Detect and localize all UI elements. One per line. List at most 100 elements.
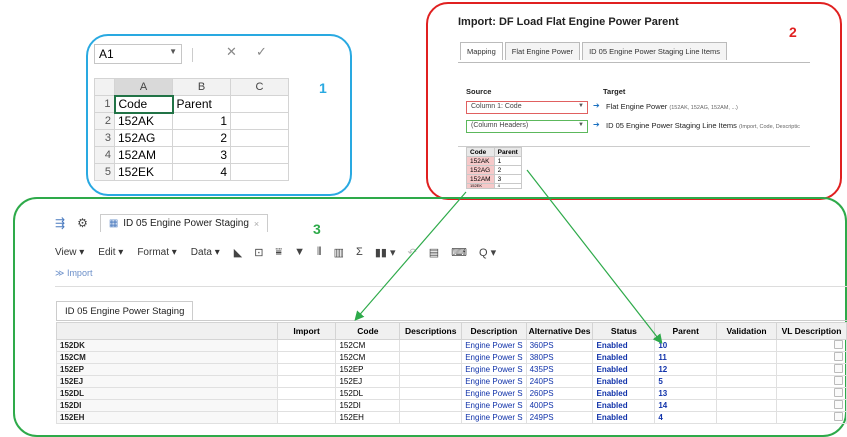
cell-code[interactable]: 152EP — [335, 363, 401, 376]
column-header-code[interactable]: Code — [335, 322, 401, 340]
cell-alternative-description[interactable]: 240PS — [525, 375, 594, 388]
cell-code[interactable]: 152CM — [335, 351, 401, 364]
cell-description[interactable]: Engine Power S — [461, 363, 527, 376]
cell-validation[interactable] — [716, 363, 777, 376]
cell-import[interactable] — [276, 387, 337, 400]
cell-b5[interactable]: 4 — [172, 163, 231, 181]
cell-alternative-description[interactable]: 435PS — [525, 363, 594, 376]
cell-code[interactable]: 152EH — [335, 411, 401, 424]
grid-view-icon[interactable]: ▥ — [334, 246, 344, 259]
cell-validation[interactable] — [716, 351, 777, 364]
cell-descriptions[interactable] — [399, 411, 463, 424]
row-header[interactable]: 1 — [94, 95, 115, 113]
checkbox[interactable] — [834, 340, 843, 349]
cell-import[interactable] — [276, 339, 337, 352]
cell-a3[interactable]: 152AG — [114, 129, 173, 147]
column-header-a[interactable]: A — [114, 78, 173, 97]
cell-import[interactable] — [276, 411, 337, 424]
cell-status[interactable]: Enabled — [592, 399, 656, 412]
filter-icon[interactable]: ▼ — [294, 246, 305, 258]
cell-description[interactable]: Engine Power S — [461, 351, 527, 364]
cell-descriptions[interactable] — [399, 351, 463, 364]
cell-alternative-description[interactable]: 360PS — [525, 339, 594, 352]
row-label[interactable]: 152DL — [56, 387, 278, 400]
checkbox[interactable] — [834, 400, 843, 409]
column-header-descriptions[interactable]: Descriptions — [399, 322, 463, 340]
cell-import[interactable] — [276, 351, 337, 364]
cell-validation[interactable] — [716, 399, 777, 412]
cell-a4[interactable]: 152AM — [114, 146, 173, 164]
cell-status[interactable]: Enabled — [592, 375, 656, 388]
row-label[interactable]: 152EP — [56, 363, 278, 376]
summary-icon[interactable]: Σ — [356, 246, 363, 258]
cell-import[interactable] — [276, 375, 337, 388]
cell-parent[interactable]: 12 — [654, 363, 718, 376]
column-header-vl-description[interactable]: VL Description — [775, 322, 847, 340]
checkbox[interactable] — [834, 412, 843, 421]
tab-staging-line-items[interactable]: ID 05 Engine Power Staging Line Items — [582, 42, 727, 60]
undo-icon[interactable]: ↶ — [408, 246, 417, 259]
tab-mapping[interactable]: Mapping — [460, 42, 503, 60]
row-header[interactable]: 3 — [94, 129, 115, 147]
pivot-icon[interactable]: ◣ — [234, 246, 242, 259]
chart-icon[interactable]: ▮▮ ▾ — [375, 246, 396, 259]
cell-descriptions[interactable] — [399, 363, 463, 376]
row-label[interactable]: 152DK — [56, 339, 278, 352]
cell-alternative-description[interactable]: 400PS — [525, 399, 594, 412]
cell-c1[interactable] — [230, 95, 289, 113]
cell-vl-description[interactable] — [775, 351, 847, 364]
cell-validation[interactable] — [716, 387, 777, 400]
cell-code[interactable]: 152DI — [335, 399, 401, 412]
cell-description[interactable]: Engine Power S — [461, 339, 527, 352]
menu-format[interactable]: Format ▾ — [137, 247, 176, 258]
cell-validation[interactable] — [716, 411, 777, 424]
cell-descriptions[interactable] — [399, 375, 463, 388]
source-select-headers[interactable]: (Column Headers) ▼ — [466, 120, 588, 133]
cell-c4[interactable] — [230, 146, 289, 164]
name-box[interactable]: A1 ▼ — [94, 44, 182, 64]
cell-description[interactable]: Engine Power S — [461, 387, 527, 400]
cell-descriptions[interactable] — [399, 399, 463, 412]
row-header[interactable]: 5 — [94, 163, 115, 181]
tab-flat-engine-power[interactable]: Flat Engine Power — [504, 42, 581, 60]
menu-view[interactable]: View ▾ — [55, 247, 84, 258]
cell-b1[interactable]: Parent — [172, 95, 231, 113]
cell-alternative-description[interactable]: 260PS — [525, 387, 594, 400]
import-link[interactable]: ≫ Import — [55, 268, 92, 279]
row-header[interactable]: 2 — [94, 112, 115, 130]
cell-import[interactable] — [276, 363, 337, 376]
cell-code[interactable]: 152EJ — [335, 375, 401, 388]
column-header-b[interactable]: B — [172, 78, 231, 96]
cell-vl-description[interactable] — [775, 411, 847, 424]
row-label[interactable]: 152EJ — [56, 375, 278, 388]
cell-a1[interactable]: Code — [113, 94, 174, 114]
row-header[interactable]: 4 — [94, 146, 115, 164]
cell-parent[interactable]: 14 — [654, 399, 718, 412]
column-header-description[interactable]: Description — [461, 322, 527, 340]
cell-a2[interactable]: 152AK — [114, 112, 173, 130]
cell-alternative-description[interactable]: 380PS — [525, 351, 594, 364]
cell-import[interactable] — [276, 399, 337, 412]
cell-parent[interactable]: 5 — [654, 375, 718, 388]
row-label[interactable]: 152DI — [56, 399, 278, 412]
checkbox[interactable] — [834, 364, 843, 373]
cell-alternative-description[interactable]: 249PS — [525, 411, 594, 424]
column-header-alternative-des[interactable]: Alternative Des — [525, 322, 594, 340]
sort-icon[interactable]: ⩸ — [275, 246, 282, 259]
cell-parent[interactable]: 11 — [654, 351, 718, 364]
row-label[interactable]: 152CM — [56, 351, 278, 364]
cell-c2[interactable] — [230, 112, 289, 130]
cell-code[interactable]: 152DL — [335, 387, 401, 400]
insert-icon[interactable]: ⊡ — [254, 246, 263, 259]
cell-validation[interactable] — [716, 339, 777, 352]
checkbox[interactable] — [834, 376, 843, 385]
export-icon[interactable]: ▤ — [429, 246, 439, 259]
source-select-code[interactable]: Column 1: Code ▼ — [466, 101, 588, 114]
confirm-icon[interactable]: ✓ — [256, 44, 267, 60]
cell-vl-description[interactable] — [775, 387, 847, 400]
menu-data[interactable]: Data ▾ — [191, 247, 220, 258]
cell-b3[interactable]: 2 — [172, 129, 231, 147]
cell-status[interactable]: Enabled — [592, 339, 656, 352]
cell-parent[interactable]: 4 — [654, 411, 718, 424]
cancel-icon[interactable]: ✕ — [226, 44, 237, 60]
